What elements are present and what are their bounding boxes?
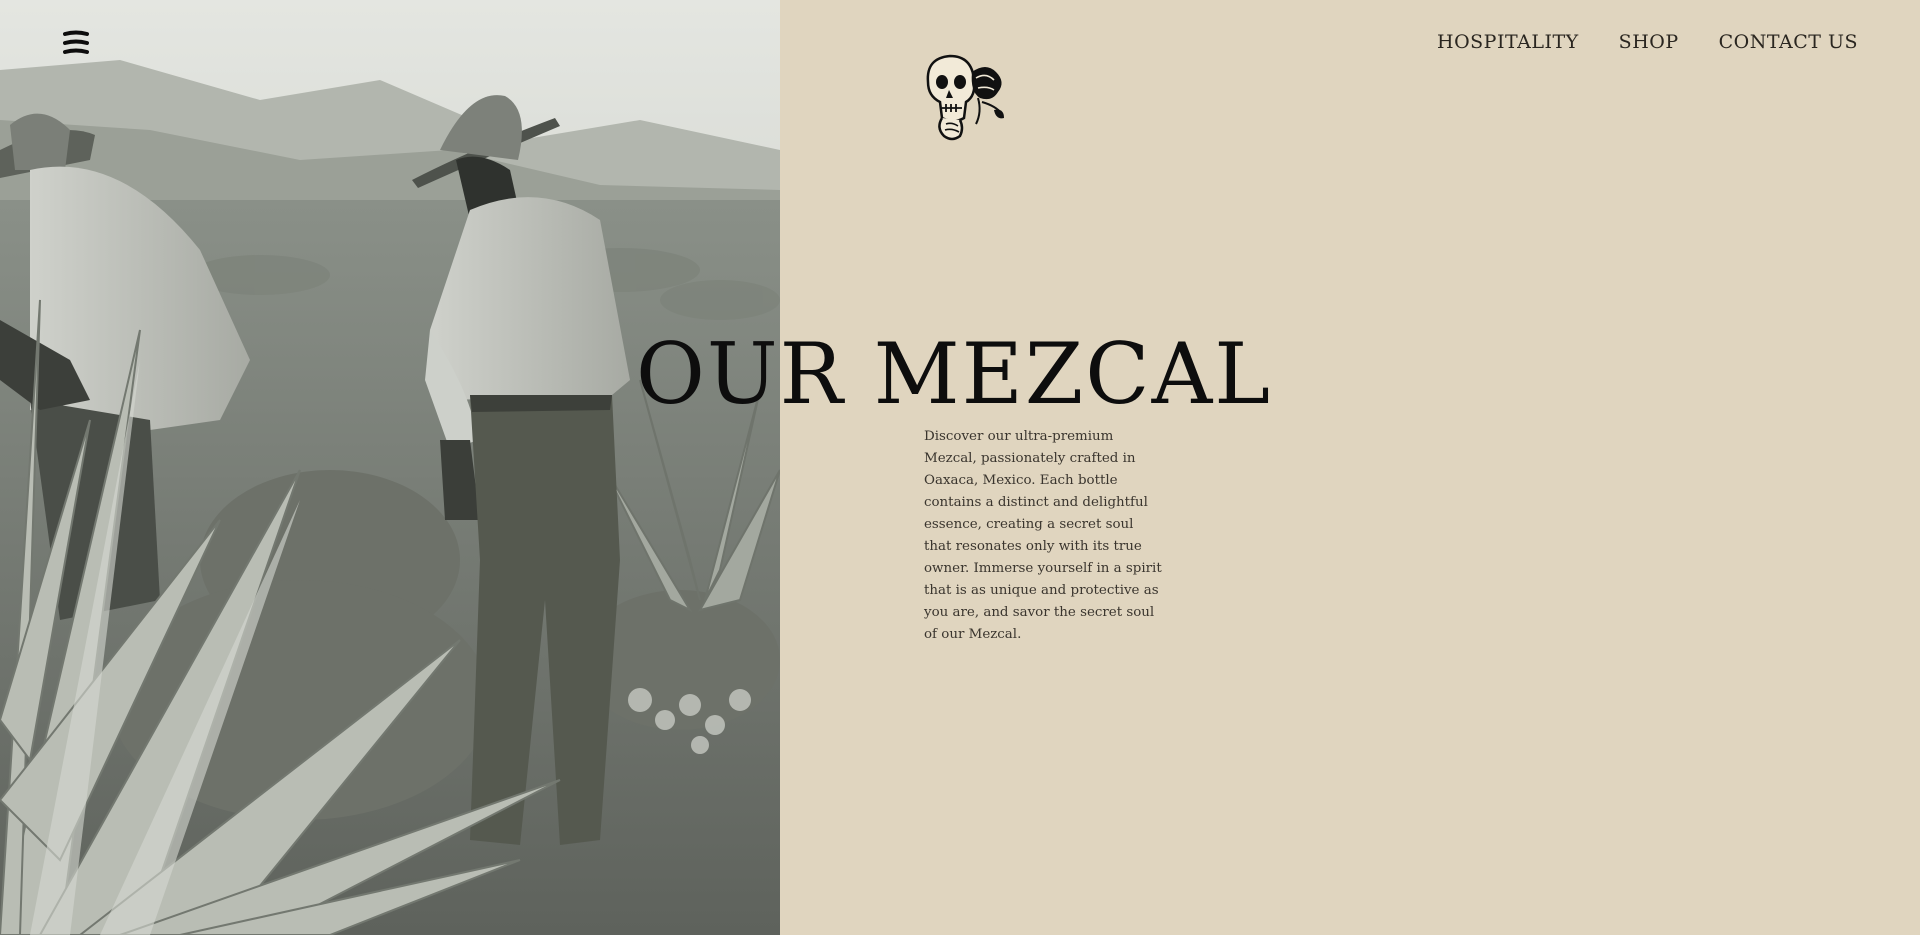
hero-photo [0, 0, 780, 935]
hero-description: Discover our ultra-premium Mezcal, passi… [924, 429, 1162, 642]
nav-contact-us-link[interactable]: CONTACT US [1719, 31, 1858, 53]
skull-with-flower-icon[interactable] [916, 52, 1008, 146]
agave-farmers-photo [0, 0, 780, 935]
hamburger-menu-icon[interactable] [60, 28, 92, 58]
nav-hospitality-link[interactable]: HOSPITALITY [1437, 31, 1579, 53]
main-navigation: HOSPITALITY SHOP CONTACT US [1437, 28, 1858, 56]
page-title: OUR MEZCAL [636, 325, 1273, 423]
nav-shop-link[interactable]: SHOP [1619, 31, 1679, 53]
